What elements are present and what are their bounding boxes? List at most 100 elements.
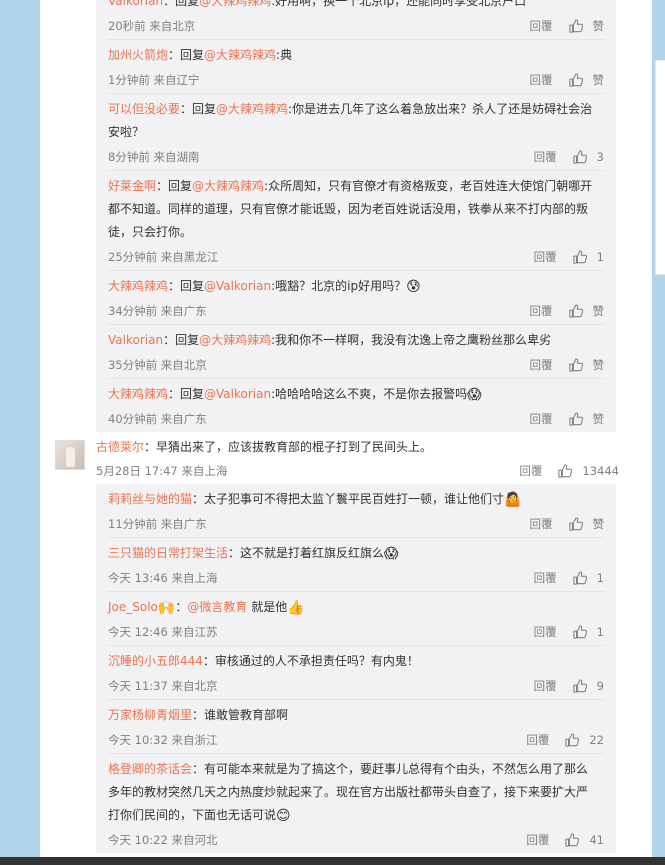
reply-prefix: ： — [192, 708, 205, 722]
reply-text: 三只猫的日常打架生活：这不就是打着红旗反红旗么😱 — [108, 542, 604, 565]
mention-link[interactable]: @大辣鸡辣鸡 — [199, 0, 271, 8]
reply-button[interactable]: 回覆 — [530, 18, 553, 34]
reply-item: 加州火箭炮：回复@大辣鸡辣鸡:典 1分钟前 来自辽宁 回覆 赞 — [108, 40, 604, 94]
like-button[interactable]: 13444 — [558, 464, 619, 478]
reply-time: 今天 10:22 来自河北 — [108, 833, 218, 847]
reply-button[interactable]: 回覆 — [530, 357, 553, 373]
mention-link[interactable]: @Valkorian — [204, 279, 271, 293]
thumbs-up-icon — [558, 464, 573, 478]
like-count: 赞 — [592, 412, 605, 426]
comment-time: 5月28日 17:47 来自上海 — [96, 464, 228, 478]
thumbs-up-icon — [568, 517, 583, 531]
reply-username[interactable]: 好莱金啊 — [108, 179, 156, 193]
reply-text: 大辣鸡辣鸡：回复@Valkorian:哦豁？北京的ip好用吗？😰 — [108, 275, 604, 298]
reply-button[interactable]: 回覆 — [534, 570, 557, 586]
reply-prefix: ：回复 — [180, 102, 217, 116]
reply-text: 万家杨柳青烟里：谁敢管教育部啊 — [108, 704, 604, 727]
reply-button[interactable]: 回覆 — [534, 249, 557, 265]
reply-username[interactable]: 万家杨柳青烟里 — [108, 708, 192, 722]
reply-group-top: Valkorian：回复@大辣鸡辣鸡:好用啊，换一个北京ip，还能同时享受北京户… — [96, 0, 616, 432]
like-button[interactable]: 1 — [573, 571, 604, 585]
comment-username[interactable]: 古德莱尔 — [96, 440, 144, 454]
reply-username[interactable]: Valkorian — [108, 0, 163, 8]
like-button[interactable]: 3 — [573, 150, 604, 164]
comment-text: 古德莱尔：早猜出来了，应该拔教育部的棍子打到了民间头上。 — [96, 436, 619, 458]
like-button[interactable]: 赞 — [568, 18, 604, 34]
reply-item: Joe_Solo🙌：@微言教育 就是他👍 今天 12:46 来自江苏 回覆 1 — [108, 592, 604, 646]
like-button[interactable]: 9 — [573, 679, 604, 693]
reply-text: 好莱金啊：回复@大辣鸡辣鸡:众所周知，只有官僚才有资格叛变，老百姓连大使馆门朝哪… — [108, 175, 604, 244]
like-count: 41 — [589, 833, 604, 847]
reply-time: 今天 13:46 来自上海 — [108, 571, 218, 585]
reply-prefix: ： — [228, 546, 241, 560]
reply-username[interactable]: 莉莉丝与她的猫 — [108, 492, 192, 506]
reply-button[interactable]: 回覆 — [530, 516, 553, 532]
like-button[interactable]: 1 — [573, 250, 604, 264]
mention-link[interactable]: @大辣鸡辣鸡 — [216, 102, 288, 116]
like-button[interactable]: 赞 — [568, 411, 605, 427]
like-button[interactable]: 41 — [565, 833, 604, 847]
reply-button[interactable]: 回覆 — [534, 624, 557, 640]
reply-button[interactable]: 回覆 — [526, 832, 549, 848]
like-count: 赞 — [592, 73, 605, 87]
like-count: 1 — [596, 571, 604, 585]
reply-prefix: ： — [192, 762, 205, 776]
thumbs-up-icon — [573, 625, 587, 639]
reply-username[interactable]: Valkorian — [108, 333, 163, 347]
emoji-icon: 😰 — [406, 279, 421, 295]
thumbs-up-icon — [565, 833, 580, 847]
reply-username[interactable]: 加州火箭炮 — [108, 48, 168, 62]
reply-text: 加州火箭炮：回复@大辣鸡辣鸡:典 — [108, 44, 604, 67]
thumbs-up-icon — [568, 304, 583, 318]
like-button[interactable]: 赞 — [568, 357, 605, 373]
reply-time: 今天 10:32 来自浙江 — [108, 733, 218, 747]
like-button[interactable]: 赞 — [568, 303, 604, 319]
like-count: 1 — [596, 250, 604, 264]
reply-username[interactable]: 格登卿的茶话会 — [108, 762, 192, 776]
mention-link[interactable]: @大辣鸡辣鸡 — [199, 333, 271, 347]
reply-username[interactable]: 沉睡的小五郎444 — [108, 654, 203, 668]
reply-item: Valkorian：回复@大辣鸡辣鸡:我和你不一样啊，我没有沈逸上帝之鹰粉丝那么… — [108, 325, 604, 379]
reply-text: Valkorian：回复@大辣鸡辣鸡:好用啊，换一个北京ip，还能同时享受北京户… — [108, 0, 604, 13]
thumbs-up-icon — [573, 150, 587, 164]
mention-link[interactable]: @微言教育 — [187, 600, 247, 614]
reply-button[interactable]: 回覆 — [534, 678, 557, 694]
reply-time: 今天 11:37 来自北京 — [108, 679, 218, 693]
thumbs-up-icon — [568, 19, 583, 33]
avatar[interactable] — [55, 440, 85, 470]
like-button[interactable]: 22 — [565, 733, 604, 747]
reply-button[interactable]: 回覆 — [519, 463, 542, 479]
emoji-icon: 😱 — [467, 387, 482, 403]
reply-prefix: ：回复 — [163, 0, 200, 8]
mention-link[interactable]: @Valkorian — [204, 387, 271, 401]
reply-button[interactable]: 回覆 — [530, 303, 553, 319]
thumbs-up-icon — [573, 571, 587, 585]
reply-content: 谁敢管教育部啊 — [204, 708, 289, 722]
mention-link[interactable]: @大辣鸡辣鸡 — [204, 48, 276, 62]
reply-button[interactable]: 回覆 — [534, 149, 557, 165]
reply-button[interactable]: 回覆 — [530, 411, 553, 427]
reply-username[interactable]: 大辣鸡辣鸡 — [108, 387, 168, 401]
reply-content: 这不就是打着红旗反红旗么 — [240, 546, 385, 560]
like-count: 赞 — [592, 358, 605, 372]
reply-time: 34分钟前 来自广东 — [108, 304, 207, 318]
reply-content: 审核通过的人不承担责任吗？有内鬼！ — [214, 654, 419, 668]
mention-link[interactable]: @大辣鸡辣鸡 — [192, 179, 264, 193]
reply-time: 40分钟前 来自广东 — [108, 412, 207, 426]
like-button[interactable]: 赞 — [568, 516, 604, 532]
thumbs-up-icon — [565, 733, 580, 747]
reply-item: Valkorian：回复@大辣鸡辣鸡:好用啊，换一个北京ip，还能同时享受北京户… — [108, 0, 604, 40]
like-button[interactable]: 1 — [573, 625, 604, 639]
reply-username[interactable]: 三只猫的日常打架生活 — [108, 546, 228, 560]
reply-item: 沉睡的小五郎444：审核通过的人不承担责任吗？有内鬼！ 今天 11:37 来自北京… — [108, 646, 604, 700]
reply-button[interactable]: 回覆 — [526, 732, 549, 748]
reply-prefix: ：回复 — [163, 333, 200, 347]
reply-time: 今天 12:46 来自江苏 — [108, 625, 218, 639]
comment-content: ：早猜出来了，应该拔教育部的棍子打到了民间头上。 — [144, 440, 433, 454]
reply-button[interactable]: 回覆 — [530, 72, 553, 88]
reply-username[interactable]: 可以但没必要 — [108, 102, 180, 116]
like-button[interactable]: 赞 — [568, 72, 605, 88]
reply-username[interactable]: Joe_Solo — [108, 600, 158, 614]
reply-time: 11分钟前 来自广东 — [108, 517, 207, 531]
reply-username[interactable]: 大辣鸡辣鸡 — [108, 279, 168, 293]
